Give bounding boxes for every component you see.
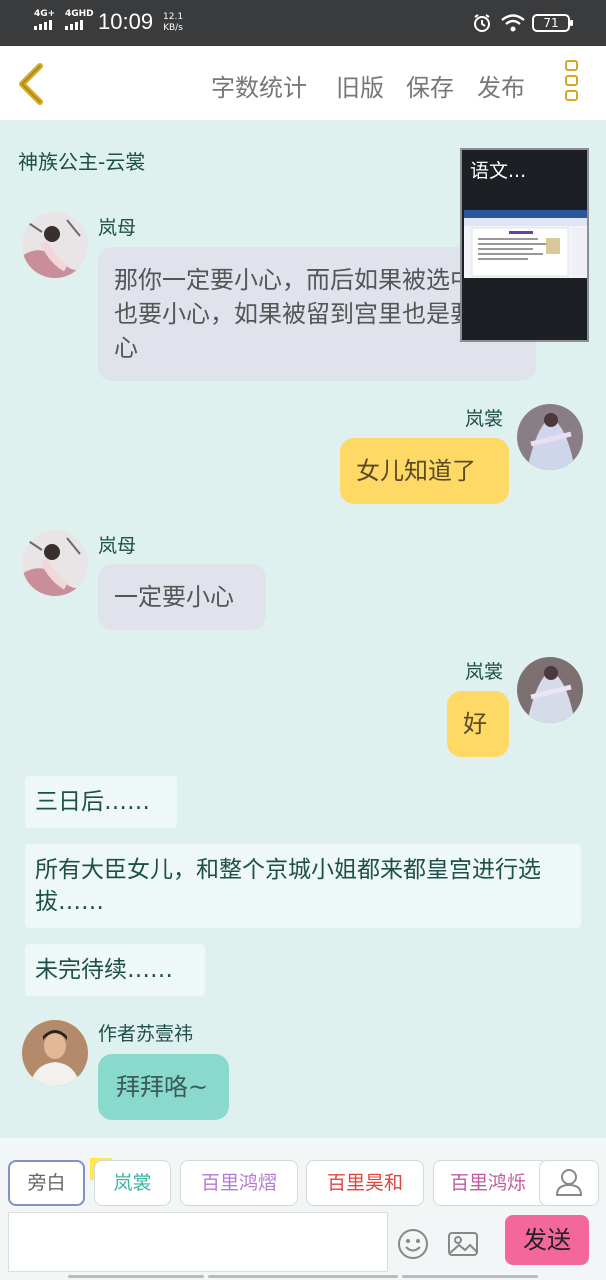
sender-name: 岚裳 (465, 408, 504, 430)
role-selector: 旁白 主 岚裳 百里鸿熠 百里昊和 百里鸿烁 (8, 1158, 606, 1206)
battery-icon: 71 (532, 14, 573, 32)
editor-toolbar: 字数统计 旧版 保存 发布 (0, 46, 606, 120)
wifi-icon (501, 14, 525, 32)
avatar[interactable] (22, 212, 88, 278)
image-icon[interactable] (446, 1227, 480, 1261)
message-input[interactable] (8, 1212, 388, 1272)
message-bubble[interactable]: 一定要小心 (98, 564, 266, 630)
message-bubble[interactable]: 好 (447, 691, 509, 757)
sender-name: 岚母 (98, 217, 137, 239)
avatar[interactable] (22, 1020, 88, 1086)
narration-text[interactable]: 三日后…… (25, 776, 177, 828)
sender-name: 岚母 (98, 535, 137, 557)
signal-label-1: 4G+ (34, 9, 56, 19)
role-tab-lanshang[interactable]: 岚裳 (94, 1160, 171, 1206)
alarm-icon (474, 14, 490, 32)
avatar[interactable] (517, 657, 583, 723)
narration-text[interactable]: 未完待续…… (25, 944, 205, 996)
net-speed: 12.1 KB/s (163, 12, 183, 34)
send-button[interactable]: 发送 (505, 1215, 589, 1265)
floating-window-title: 语文... (470, 160, 527, 182)
old-version-button[interactable]: 旧版 (336, 68, 384, 103)
emoji-icon[interactable] (396, 1227, 430, 1261)
clock: 10:09 (98, 9, 154, 34)
net-speed-unit: KB/s (163, 23, 183, 33)
avatar[interactable] (22, 530, 88, 596)
nav-hint (402, 1275, 538, 1278)
role-tab-bailihaohe[interactable]: 百里昊和 (306, 1160, 424, 1206)
save-button[interactable]: 保存 (406, 68, 454, 103)
input-panel: 旁白 主 岚裳 百里鸿熠 百里昊和 百里鸿烁 发送 (0, 1138, 606, 1280)
publish-button[interactable]: 发布 (477, 68, 525, 103)
word-count-button[interactable]: 字数统计 (211, 68, 307, 103)
chevron-left-icon[interactable] (14, 62, 50, 106)
nav-hint (68, 1275, 204, 1278)
user-icon[interactable] (539, 1160, 599, 1206)
role-tab-narration[interactable]: 旁白 (8, 1160, 85, 1206)
sender-name: 岚裳 (465, 661, 504, 683)
nav-hint (208, 1275, 398, 1278)
status-bar: 4G+ 4GHD 10:09 12.1 KB/s 71 (0, 0, 606, 46)
role-tab-bailihongshuo[interactable]: 百里鸿烁 (433, 1160, 543, 1206)
signal-label-2: 4GHD (65, 9, 94, 19)
role-tab-bailihongyi[interactable]: 百里鸿熠 (180, 1160, 298, 1206)
message-bubble[interactable]: 女儿知道了 (340, 438, 509, 504)
narration-text[interactable]: 所有大臣女儿，和整个京城小姐都来都皇宫进行选拔…… (25, 844, 581, 928)
more-menu-icon[interactable] (565, 60, 581, 106)
signal-icon (34, 20, 52, 30)
avatar[interactable] (517, 404, 583, 470)
chat-area[interactable]: 神族公主-云裳 岚母 那你一定要小心，而后如果被选中了也要小心，如果被留到宫里也… (0, 120, 606, 1138)
floating-window[interactable]: 语文... (460, 148, 589, 342)
net-speed-value: 12.1 (163, 12, 184, 22)
floating-window-preview (464, 210, 587, 278)
sender-name: 作者苏壹祎 (98, 1023, 194, 1045)
chat-title: 神族公主-云裳 (18, 150, 146, 174)
signal-icon (65, 20, 83, 30)
message-bubble[interactable]: 拜拜咯~ (98, 1054, 229, 1120)
